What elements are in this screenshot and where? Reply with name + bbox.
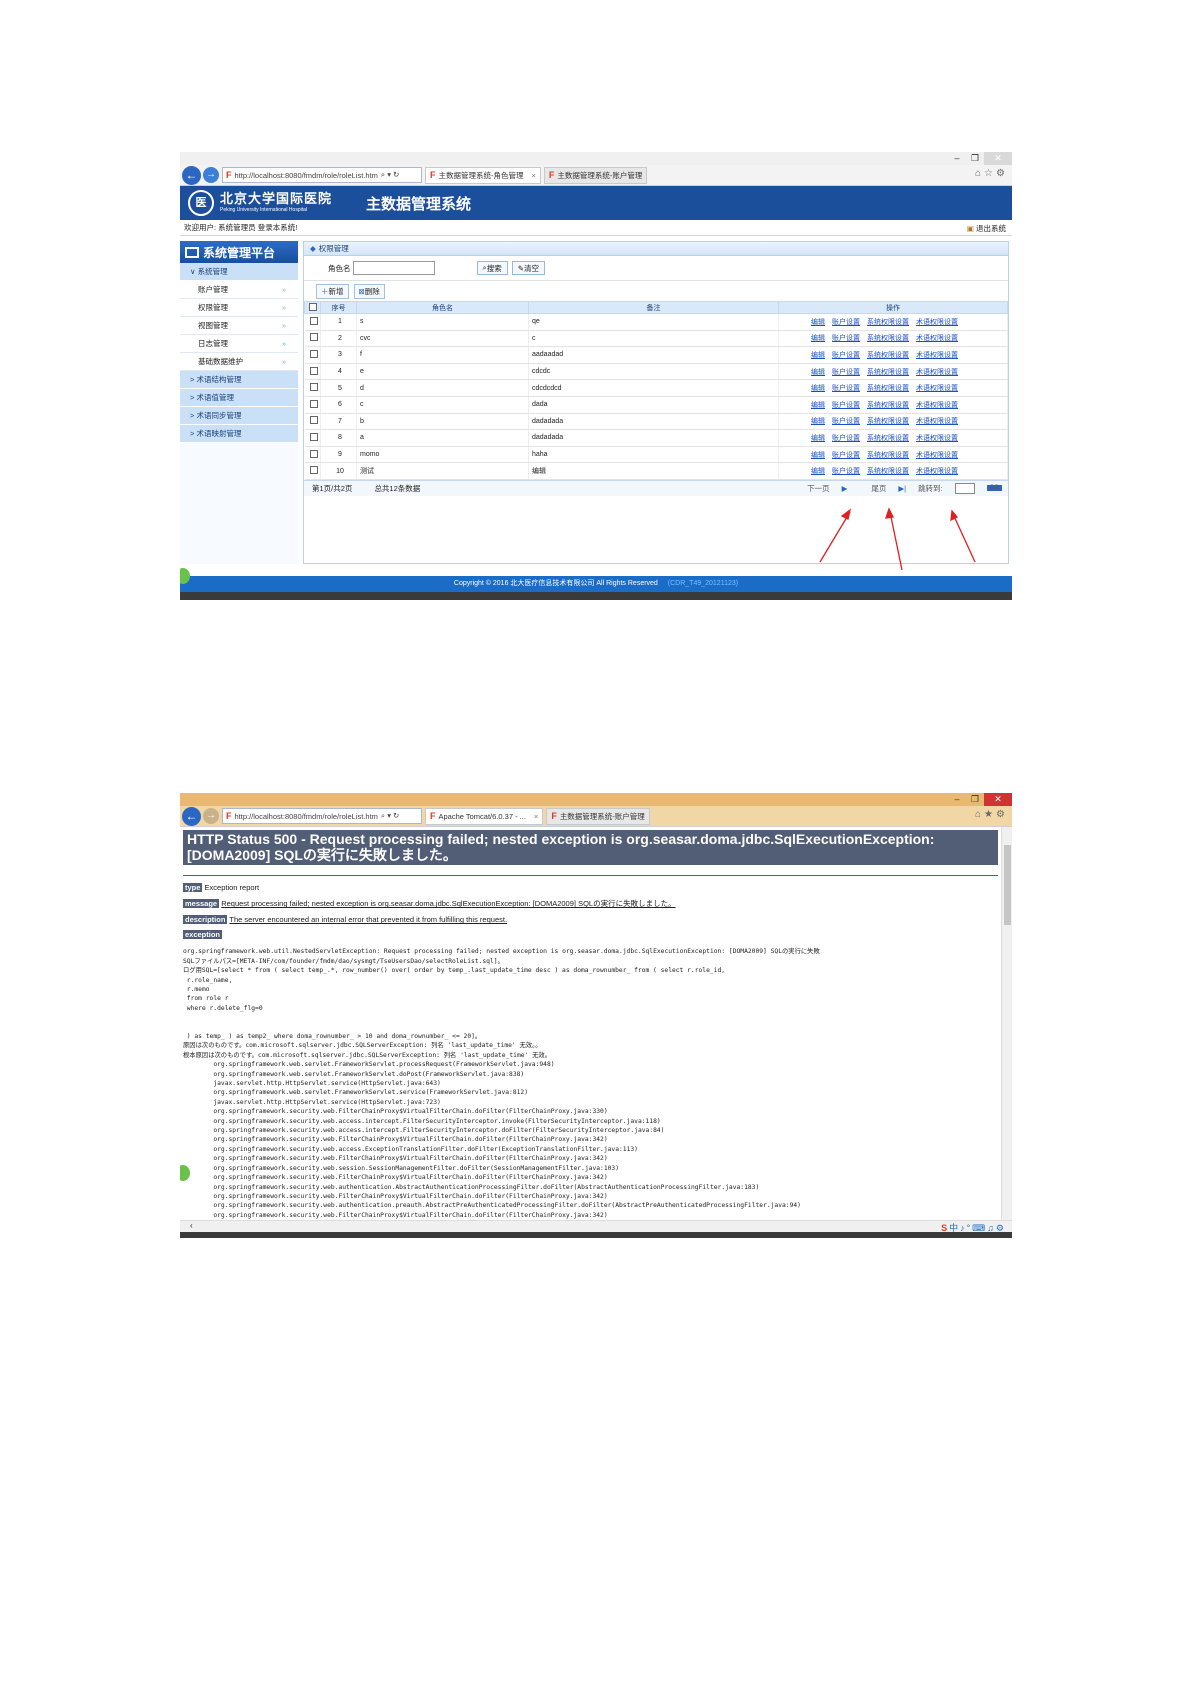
scrollbar-thumb[interactable]: [1004, 845, 1011, 925]
favicon-icon: F: [430, 811, 436, 821]
tab-close-icon[interactable]: ×: [534, 812, 538, 821]
annotation-arrowhead-next: [840, 508, 852, 520]
horizontal-scrollbar[interactable]: ‹ S中♪°⌨♫⚙: [180, 1220, 1012, 1234]
minimize-icon[interactable]: –: [948, 793, 966, 806]
ime-toolbar[interactable]: S中♪°⌨♫⚙: [941, 1221, 1006, 1234]
annotation-arrowhead-jump: [950, 509, 959, 522]
description-value: The server encountered an internal error…: [229, 915, 508, 925]
window-controls: – ❐ ✕: [948, 793, 1012, 806]
error-exception-line: exception: [183, 930, 998, 940]
copyright-text: Copyright © 2016 北大医疗信息技术有限公司 All Rights…: [453, 580, 658, 587]
error-type-line: type Exception report: [183, 883, 998, 893]
favicon-icon: F: [551, 811, 557, 821]
message-label: message: [183, 899, 220, 909]
favicon-icon: F: [226, 811, 232, 821]
error-message-line: message Request processing failed; neste…: [183, 898, 998, 909]
type-label: type: [183, 883, 203, 893]
taskbar-strip: [180, 1232, 1012, 1238]
window-titlebar: – ❐ ✕: [180, 793, 1012, 806]
tab-account-management[interactable]: F 主数据管理系统-账户管理: [546, 807, 650, 825]
error-description-line: description The server encountered an in…: [183, 915, 998, 925]
exception-label: exception: [183, 930, 223, 940]
app-footer: Copyright © 2016 北大医疗信息技术有限公司 All Rights…: [180, 576, 1012, 592]
screenshot-role-management: – ❐ ✕ ← → F http://localhost:8080/fmdm/r…: [180, 152, 1012, 600]
tab-tomcat-error[interactable]: F Apache Tomcat/6.0.37 - ... ×: [425, 807, 544, 825]
divider: [183, 875, 998, 877]
address-controls-icon[interactable]: ⌕ ▾ ↻: [381, 811, 399, 821]
vertical-scrollbar[interactable]: [1001, 827, 1012, 1220]
forward-icon[interactable]: →: [203, 808, 219, 824]
description-label: description: [183, 915, 228, 925]
restore-icon[interactable]: ❐: [966, 793, 984, 806]
back-icon[interactable]: ←: [182, 806, 201, 826]
address-text: http://localhost:8080/fmdm/role/roleList…: [234, 811, 378, 821]
stack-trace: org.springframework.web.util.NestedServl…: [183, 948, 820, 1219]
browser-toolbar-icons[interactable]: ⌂★⚙: [975, 809, 1008, 820]
tab-label: 主数据管理系统-账户管理: [559, 811, 645, 821]
address-bar[interactable]: F http://localhost:8080/fmdm/role/roleLi…: [222, 808, 422, 824]
version-text: (CDR_T49_20121123): [667, 580, 739, 587]
sogou-icon: S: [941, 1223, 950, 1233]
tab-label: Apache Tomcat/6.0.37 - ...: [438, 811, 526, 821]
close-icon[interactable]: ✕: [984, 793, 1012, 806]
taskbar-strip: [180, 592, 1012, 600]
scroll-left-icon[interactable]: ‹: [190, 1221, 193, 1230]
browser-navbar: ← → F http://localhost:8080/fmdm/role/ro…: [180, 806, 1012, 827]
screenshot-http-500-error: – ❐ ✕ ← → F http://localhost:8080/fmdm/r…: [180, 793, 1012, 1241]
annotation-arrow-jump: [952, 513, 976, 563]
annotation-arrows: [819, 507, 976, 571]
type-value: Exception report: [204, 883, 260, 893]
annotation-arrow-last: [889, 511, 903, 571]
message-value: Request processing failed; nested except…: [221, 899, 676, 909]
error-page: HTTP Status 500 - Request processing fai…: [180, 827, 1012, 1220]
error-title: HTTP Status 500 - Request processing fai…: [183, 830, 998, 866]
annotation-arrow-next: [819, 511, 851, 563]
annotation-arrowhead-last: [885, 507, 894, 519]
